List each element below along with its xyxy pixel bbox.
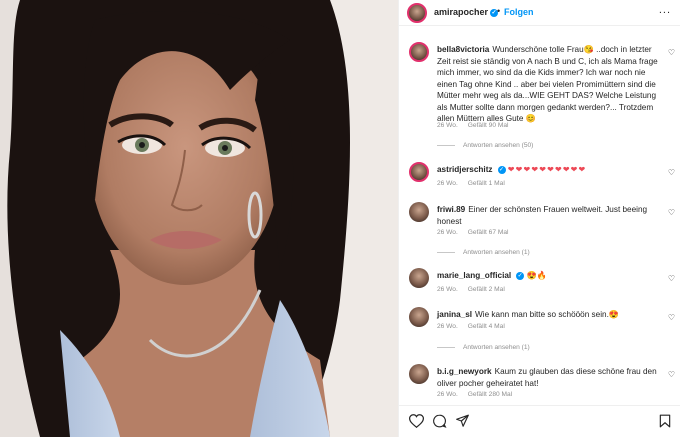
comment-text: Wie kann man bitte so schööön sein.😍 [475,310,620,319]
like-heart-icon[interactable] [408,414,425,430]
comment-likes[interactable]: Gefällt 4 Mal [468,323,505,330]
comment-age: 26 Wo. [437,180,458,187]
comment-meta: 26 Wo. Gefällt 4 Mal [437,323,515,330]
comment-age: 26 Wo. [437,323,458,330]
author-avatar[interactable] [407,3,427,23]
comment-like-heart-icon[interactable]: ♡ [668,313,675,322]
comment-meta: 26 Wo. Gefällt 280 Mal [437,391,522,398]
comment-username[interactable]: astridjerschitz [437,165,493,174]
comment-age: 26 Wo. [437,122,458,129]
comment-text-block: friwi.89 Einer der schönsten Frauen weltw… [437,204,662,227]
comment-avatar[interactable] [409,307,429,327]
comment-text: Einer der schönsten Frauen weltweit. Jus… [437,205,648,226]
comment-avatar[interactable] [409,364,429,384]
comment-meta: 26 Wo. Gefällt 1 Mal [437,180,515,187]
comment-username[interactable]: b.i.g_newyork [437,367,492,376]
comment-username[interactable]: marie_lang_official [437,271,511,280]
comment-meta: 26 Wo. Gefällt 67 Mal [437,229,518,236]
comment-text-block: janina_sl Wie kann man bitte so schööön s… [437,309,662,321]
comment-like-heart-icon[interactable]: ♡ [668,274,675,283]
view-replies-button[interactable]: Antworten ansehen (1) [437,344,530,351]
comment-age: 26 Wo. [437,286,458,293]
post-header: amirapocher ✓ • Folgen ... [399,0,680,26]
portrait-image [0,0,398,437]
comment-likes[interactable]: Gefällt 67 Mal [468,229,509,236]
share-paper-plane-icon[interactable] [455,414,470,430]
follow-button[interactable]: Folgen [504,7,534,17]
comment-username[interactable]: bella8victoria [437,45,489,54]
author-username[interactable]: amirapocher [434,7,488,17]
comment-text-block: b.i.g_newyork Kaum zu glauben das diese s… [437,366,662,389]
verified-badge-icon: ✓ [516,271,525,280]
comment-likes[interactable]: Gefällt 90 Mal [468,122,509,129]
more-options-icon[interactable]: ... [659,4,671,16]
comment-likes[interactable]: Gefällt 1 Mal [468,180,505,187]
view-replies-button[interactable]: Antworten ansehen (50) [437,142,533,149]
comment-avatar[interactable] [409,162,429,182]
comment-avatar[interactable] [409,202,429,222]
comment-like-heart-icon[interactable]: ♡ [668,370,675,379]
author-username-row[interactable]: amirapocher ✓ [434,7,499,17]
view-replies-button[interactable]: Antworten ansehen (1) [437,249,530,256]
comment-avatar[interactable] [409,268,429,288]
comment-text-block: marie_lang_official ✓ 😍🔥 [437,270,662,282]
comment-age: 26 Wo. [437,229,458,236]
comment-text: ❤❤❤❤❤❤❤❤❤❤ [507,165,587,174]
separator-dot: • [497,6,501,16]
comment-text: Wunderschöne tolle Frau😘 ..doch in letzt… [437,45,658,123]
comment-bubble-icon[interactable] [432,414,447,430]
comment-age: 26 Wo. [437,391,458,398]
comment-username[interactable]: janina_sl [437,310,472,319]
comment-text-block: astridjerschitz ✓ ❤❤❤❤❤❤❤❤❤❤ [437,164,662,176]
post-photo[interactable] [0,0,398,437]
comment-meta: 26 Wo. Gefällt 2 Mal [437,286,515,293]
comment-like-heart-icon[interactable]: ♡ [668,48,675,57]
comment-avatar[interactable] [409,42,429,62]
comment-text: 😍🔥 [526,271,547,280]
comment-meta: 26 Wo. Gefällt 90 Mal [437,122,518,129]
post-action-bar [399,405,680,437]
comment-likes[interactable]: Gefällt 2 Mal [468,286,505,293]
comment-text-block: bella8victoria Wunderschöne tolle Frau😘 .… [437,44,662,125]
comments-panel: amirapocher ✓ • Folgen ... bella8victoria… [398,0,680,437]
comment-username[interactable]: friwi.89 [437,205,465,214]
bookmark-icon[interactable] [659,414,671,430]
comment-like-heart-icon[interactable]: ♡ [668,168,675,177]
comment-likes[interactable]: Gefällt 280 Mal [468,391,512,398]
comment-like-heart-icon[interactable]: ♡ [668,208,675,217]
verified-badge-icon: ✓ [497,165,506,174]
